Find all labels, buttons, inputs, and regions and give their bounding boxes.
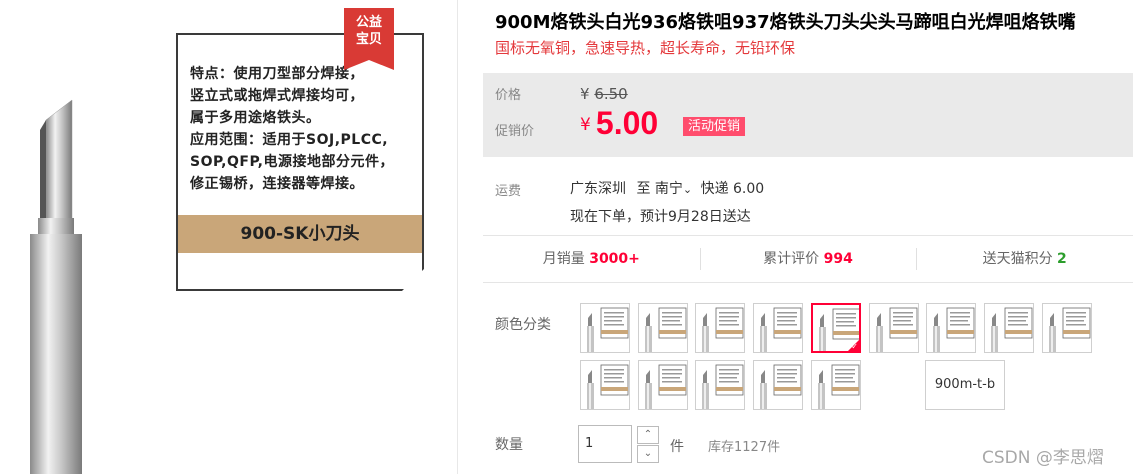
points-value: 2	[1057, 251, 1067, 267]
promo-price-label: 促销价	[495, 124, 535, 139]
ship-from: 广东深圳	[570, 181, 626, 197]
quantity-unit: 件	[670, 439, 684, 455]
ship-to-value: 南宁	[654, 181, 683, 197]
feature-line: 竖立式或拖焊式焊接均可，	[190, 88, 364, 104]
sku-thumbnail[interactable]	[926, 303, 976, 353]
ship-to-word: 至	[636, 181, 651, 197]
main-image-panel: 特点：使用刀型部分焊接， 竖立式或拖焊式焊接均可， 属于多用途烙铁头。 应用范围…	[0, 0, 458, 474]
ship-to-dropdown[interactable]: 南宁⌄	[655, 181, 697, 197]
currency-symbol: ¥	[580, 115, 591, 135]
sku-thumbnail[interactable]	[753, 360, 803, 410]
soldering-tip-image	[30, 99, 82, 474]
badge-line: 宝贝	[355, 32, 382, 47]
sku-thumbnail[interactable]	[869, 303, 919, 353]
watermark: CSDN @李思熠	[982, 448, 1104, 468]
chevron-down-icon: ⌄	[682, 183, 693, 196]
tmall-points: 送天猫积分 2	[916, 236, 1133, 282]
product-subtitle: 国标无氧铜，急速导热，超长寿命，无铅环保	[495, 39, 796, 57]
quantity-input[interactable]: 1	[578, 425, 632, 463]
badge-line: 公益	[355, 15, 382, 30]
divider	[483, 282, 1133, 283]
product-title: 900M烙铁头白光936烙铁咀937烙铁头刀头尖头马蹄咀白光焊咀烙铁嘴	[495, 12, 1076, 33]
feature-line: 应用范围：适用于SOJ,PLCC,	[190, 132, 389, 148]
model-band: 900-SK小刀头	[178, 215, 422, 253]
quantity-label: 数量	[495, 437, 523, 453]
sku-option-text[interactable]: 900m-t-b	[925, 360, 1005, 410]
original-price-value: 6.50	[594, 85, 628, 103]
ship-method: 快递 6.00	[700, 181, 765, 197]
sku-thumbnail[interactable]	[638, 303, 688, 353]
feature-line: SOP,QFP,电源接地部分元件，	[190, 154, 394, 170]
quantity-decrease-button[interactable]: ⌄	[637, 445, 659, 463]
shipping-info: 广东深圳 至 南宁⌄ 快递 6.00	[570, 178, 764, 198]
quantity-increase-button[interactable]: ⌃	[637, 426, 659, 444]
checkmark-icon: ✓	[851, 342, 858, 351]
sku-thumbnail[interactable]	[811, 360, 861, 410]
product-page: 特点：使用刀型部分焊接， 竖立式或拖焊式焊接均可， 属于多用途烙铁头。 应用范围…	[0, 0, 1133, 474]
card-corner	[402, 269, 424, 291]
feature-line: 属于多用途烙铁头。	[190, 110, 321, 126]
monthly-sales: 月销量 3000+	[483, 236, 700, 282]
sku-thumbnail[interactable]	[695, 360, 745, 410]
currency-symbol: ¥	[580, 85, 590, 103]
promo-price-value: 5.00	[595, 105, 659, 141]
feature-text: 特点：使用刀型部分焊接， 竖立式或拖焊式焊接均可， 属于多用途烙铁头。 应用范围…	[190, 63, 420, 195]
color-category-label: 颜色分类	[495, 317, 551, 333]
shipping-label: 运费	[495, 184, 522, 199]
points-label: 送天猫积分	[982, 251, 1053, 267]
sku-thumbnail[interactable]	[580, 360, 630, 410]
feature-line: 修正锡桥，连接器等焊接。	[190, 176, 364, 192]
sku-thumbnail[interactable]	[638, 360, 688, 410]
monthly-sales-value: 3000+	[589, 251, 640, 267]
sku-thumbnail-selected[interactable]: ✓	[811, 303, 861, 353]
reviews[interactable]: 累计评价 994	[699, 236, 917, 282]
sku-thumbnail[interactable]	[1042, 303, 1092, 353]
stats-bar: 月销量 3000+ 累计评价 994 送天猫积分 2	[483, 236, 1133, 282]
sku-thumbnail[interactable]	[753, 303, 803, 353]
reviews-label: 累计评价	[763, 251, 820, 267]
price-box: 价格 ¥ 6.50 促销价 ¥ 5.00 活动促销	[483, 73, 1133, 157]
stock-count: 库存1127件	[708, 440, 781, 455]
delivery-estimate: 现在下单，预计9月28日送达	[570, 209, 751, 225]
sku-thumbnail[interactable]	[580, 303, 630, 353]
reviews-value: 994	[823, 251, 853, 267]
charity-badge: 公益 宝贝	[344, 8, 394, 70]
original-price: ¥ 6.50	[580, 85, 628, 103]
sku-thumbnail[interactable]	[695, 303, 745, 353]
monthly-sales-label: 月销量	[542, 251, 585, 267]
sku-thumbnail[interactable]	[984, 303, 1034, 353]
promo-tag: 活动促销	[683, 117, 746, 136]
price-label: 价格	[495, 88, 522, 103]
promo-price: ¥ 5.00	[580, 105, 658, 142]
feature-card: 特点：使用刀型部分焊接， 竖立式或拖焊式焊接均可， 属于多用途烙铁头。 应用范围…	[176, 33, 424, 291]
